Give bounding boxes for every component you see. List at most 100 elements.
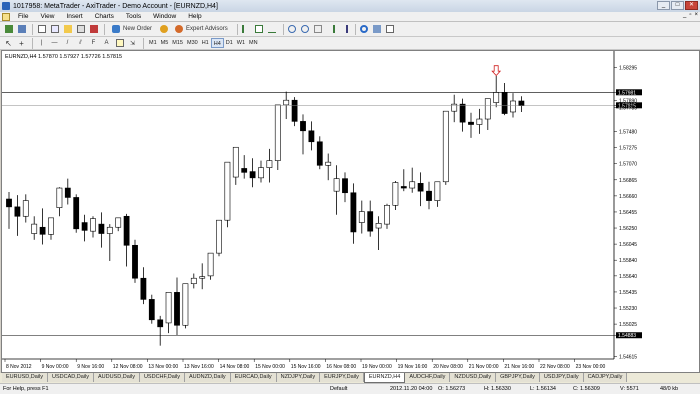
label-button[interactable] — [114, 38, 125, 49]
zoom-out-icon — [301, 25, 310, 33]
terminal-button[interactable] — [75, 24, 86, 35]
navigator-button[interactable] — [62, 24, 73, 35]
metaeditor-button[interactable] — [158, 24, 169, 35]
line-chart-button[interactable] — [267, 24, 278, 35]
candle-body — [73, 197, 80, 230]
candle-body — [375, 223, 382, 229]
chart-tab-gbpjpy-daily[interactable]: GBPJPY,Daily — [496, 373, 540, 382]
price-chart[interactable]: EURNZD,H4 1.57870 1.57927 1.57726 1.5781… — [2, 51, 699, 372]
mdi-restore-button[interactable]: ▫ — [689, 12, 691, 18]
maximize-button[interactable]: □ — [671, 1, 684, 10]
title-bar: 1017958: MetaTrader - AxiTrader - Demo A… — [0, 0, 700, 12]
chart-tab-usdjpy-daily[interactable]: USDJPY,Daily — [539, 373, 584, 382]
tester-button[interactable] — [88, 24, 99, 35]
tile-windows-button[interactable] — [313, 24, 324, 35]
candle-body — [216, 219, 222, 254]
menu-tools[interactable]: Tools — [120, 13, 147, 20]
chart-tab-eurnzd-h4[interactable]: EURNZD,H4 — [363, 373, 406, 383]
candle-body — [266, 160, 273, 168]
chart-tab-audchf-daily[interactable]: AUDCHF,Daily — [405, 373, 451, 382]
candle-body — [291, 99, 298, 122]
candle-body — [199, 276, 206, 279]
candlestick-button[interactable] — [254, 24, 265, 35]
chart-tab-cadjpy-daily[interactable]: CADJPY,Daily — [583, 373, 628, 382]
candle-body — [400, 186, 407, 189]
autoscroll-button[interactable] — [339, 24, 350, 35]
market-watch-button[interactable] — [36, 24, 47, 35]
expert-advisors-button[interactable]: Expert Advisors — [171, 24, 232, 35]
vertical-line-button[interactable]: | — [36, 38, 47, 49]
trendline-button[interactable]: / — [62, 38, 73, 49]
mdi-close-button[interactable]: × — [694, 12, 698, 18]
mdi-controls: _ ▫ × — [683, 12, 698, 18]
zoom-in-button[interactable] — [287, 24, 298, 35]
chart-tab-audusd-daily[interactable]: AUDUSD,Daily — [93, 373, 140, 382]
chart-shift-button[interactable] — [326, 24, 337, 35]
market-watch-icon — [37, 25, 46, 33]
candle-body — [258, 167, 264, 179]
chart-tab-eurcad-daily[interactable]: EURCAD,Daily — [230, 373, 277, 382]
crosshair-button[interactable]: + — [16, 38, 27, 49]
timeframe-h4[interactable]: H4 — [210, 38, 224, 48]
price-label: 1.55640 — [619, 274, 637, 280]
horizontal-line-button[interactable]: — — [49, 38, 60, 49]
minimize-button[interactable]: _ — [657, 1, 670, 10]
chart-tabs: EURUSD,Daily USDCAD,Daily AUDUSD,Daily USDC… — [0, 373, 700, 383]
time-label: 13 Nov 00:00 — [148, 364, 178, 370]
candle-body — [350, 192, 357, 233]
candle-body — [140, 277, 147, 300]
new-order-button[interactable]: New Order — [108, 24, 156, 35]
timeframe-h1[interactable]: H1 — [200, 38, 211, 48]
timeframe-m1[interactable]: M1 — [147, 38, 159, 48]
timeframe-w1[interactable]: W1 — [235, 38, 247, 48]
chart-tab-audnzd-daily[interactable]: AUDNZD,Daily — [185, 373, 231, 382]
price-highlight-label: 1.54883 — [618, 333, 636, 339]
time-label: 14 Nov 08:00 — [220, 364, 250, 370]
menu-view[interactable]: View — [34, 13, 60, 20]
timeframe-d1[interactable]: D1 — [224, 38, 235, 48]
chart-window[interactable]: EURNZD,H4 1.57870 1.57927 1.57726 1.5781… — [1, 50, 700, 373]
time-label: 20 Nov 08:00 — [433, 364, 463, 370]
zoom-out-button[interactable] — [300, 24, 311, 35]
cursor-button[interactable]: ↖ — [3, 38, 14, 49]
data-window-button[interactable] — [49, 24, 60, 35]
templates-button[interactable] — [385, 24, 396, 35]
chart-tab-usdcad-daily[interactable]: USDCAD,Daily — [47, 373, 94, 382]
chart-tab-usdchf-daily[interactable]: USDCHF,Daily — [139, 373, 186, 382]
chart-tab-nzdjpy-daily[interactable]: NZDJPY,Daily — [276, 373, 321, 382]
channel-button[interactable]: ⫽ — [75, 38, 86, 49]
menu-help[interactable]: Help — [182, 13, 207, 20]
time-label: 19 Nov 00:00 — [362, 364, 392, 370]
candle-body — [392, 182, 399, 206]
new-chart-button[interactable] — [3, 24, 14, 35]
text-button[interactable]: A — [101, 38, 112, 49]
fibonacci-button[interactable]: F — [88, 38, 99, 49]
document-icon[interactable] — [2, 12, 10, 21]
bar-chart-button[interactable] — [241, 24, 252, 35]
menu-file[interactable]: File — [12, 13, 34, 20]
timeframe-m5[interactable]: M5 — [159, 38, 171, 48]
candle-body — [333, 178, 340, 192]
menu-charts[interactable]: Charts — [89, 13, 120, 20]
chart-tab-nzdusd-daily[interactable]: NZDUSD,Daily — [450, 373, 497, 382]
profiles-button[interactable] — [16, 24, 27, 35]
timeframe-mn[interactable]: MN — [247, 38, 260, 48]
new-order-icon — [112, 25, 120, 33]
price-label: 1.57890 — [619, 98, 637, 104]
menu-insert[interactable]: Insert — [60, 13, 88, 20]
indicators-button[interactable] — [359, 24, 370, 35]
candle-body — [39, 226, 46, 235]
time-label: 19 Nov 16:00 — [398, 364, 428, 370]
periods-button[interactable] — [372, 24, 383, 35]
arrows-button[interactable]: ⇲ — [127, 38, 138, 49]
status-traffic: 48/0 kb — [660, 386, 679, 392]
candle-body — [14, 206, 21, 217]
timeframe-m15[interactable]: M15 — [170, 38, 185, 48]
timeframe-m30[interactable]: M30 — [185, 38, 200, 48]
mdi-minimize-button[interactable]: _ — [683, 12, 686, 18]
menu-window[interactable]: Window — [147, 13, 182, 20]
candle-body — [342, 178, 348, 194]
close-button[interactable]: ✕ — [685, 1, 698, 10]
chart-tab-eurjpy-daily[interactable]: EURJPY,Daily — [320, 373, 364, 382]
chart-tab-eurusd-daily[interactable]: EURUSD,Daily — [2, 373, 48, 382]
